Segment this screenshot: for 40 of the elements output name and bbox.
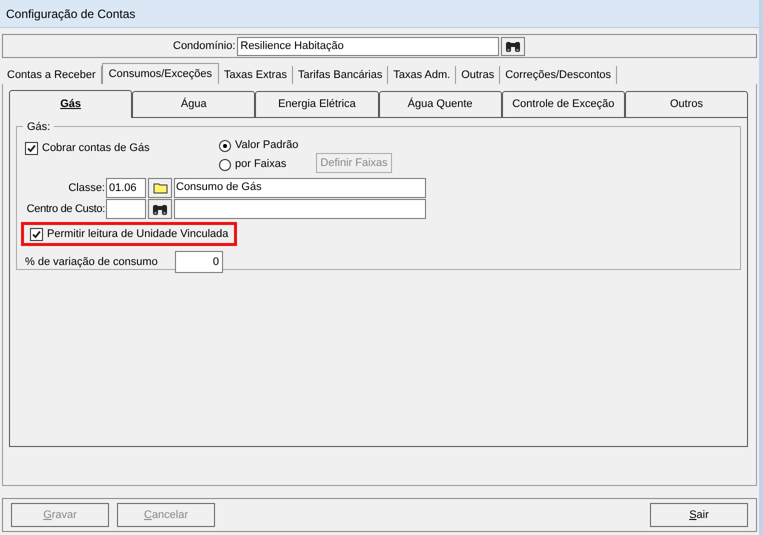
tab[interactable]: Correções/Descontos	[500, 66, 617, 84]
folder-button[interactable]	[148, 178, 172, 198]
window-title: Configuração de Contas	[6, 6, 136, 22]
tab[interactable]: Água Quente	[378, 91, 502, 118]
radio-label: Valor Padrão	[235, 138, 298, 154]
cost-center-label: Centro de Custo:	[26, 202, 106, 217]
class-code-field[interactable]: 01.06	[106, 178, 146, 198]
checkbox-label: Permitir leitura de Unidade Vinculada	[47, 226, 228, 242]
variation-label: % de variação de consumo	[25, 254, 159, 270]
tab[interactable]: Tarifas Bancárias	[292, 66, 388, 84]
class-description-field[interactable]: Consumo de Gás	[174, 178, 426, 198]
tab[interactable]: Gás	[9, 90, 132, 118]
radio-button[interactable]	[219, 158, 231, 170]
class-label: Classe:	[67, 180, 106, 196]
variation-field[interactable]: 0	[175, 251, 223, 273]
check-icon	[27, 144, 36, 153]
condominio-label: Condomínio:	[173, 38, 236, 54]
tab[interactable]: Energia Elétrica	[255, 91, 379, 118]
checkbox-label: Cobrar contas de Gás	[42, 141, 150, 156]
condominio-field[interactable]: Resilience Habitação	[237, 36, 500, 56]
check-icon	[32, 230, 41, 238]
tab[interactable]: Controle de Exceção	[502, 91, 625, 118]
search-button[interactable]	[148, 199, 172, 219]
tab[interactable]: Outras	[456, 66, 500, 84]
binoculars-icon	[505, 40, 522, 52]
radio-button[interactable]	[219, 140, 231, 152]
tab[interactable]: Água	[132, 91, 256, 118]
folder-icon	[152, 182, 168, 194]
cost-center-description-field[interactable]	[174, 199, 426, 219]
search-button[interactable]	[501, 36, 526, 56]
cost-center-code-field[interactable]	[106, 199, 146, 219]
tab[interactable]: Outros	[624, 91, 748, 118]
binoculars-icon	[152, 202, 168, 216]
tab[interactable]: Consumos/Exceções	[102, 63, 219, 84]
radio-label: por Faixas	[235, 157, 286, 172]
checkbox[interactable]	[25, 142, 38, 155]
checkbox[interactable]	[30, 228, 43, 240]
tab[interactable]: Taxas Adm.	[388, 66, 456, 84]
action-button[interactable]: Sair	[650, 503, 748, 527]
tab[interactable]: Taxas Extras	[219, 66, 293, 84]
